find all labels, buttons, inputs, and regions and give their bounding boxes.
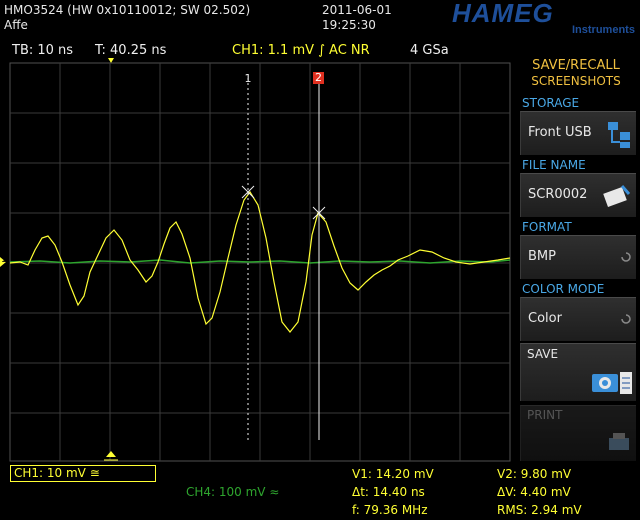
ch4-setting[interactable]: CH4: 100 mV ≈ xyxy=(186,485,279,499)
date: 2011-06-01 xyxy=(322,3,392,17)
cursor-2-label[interactable]: 2 xyxy=(313,72,324,84)
format-softkey[interactable]: BMP xyxy=(520,235,636,279)
menu-title-line2: SCREENSHOTS xyxy=(531,74,621,88)
rotary-knob-icon xyxy=(621,314,631,324)
brand-subtitle: Instruments xyxy=(572,24,635,36)
trigger-position-marker xyxy=(108,58,114,63)
measurement-v2: V2: 9.80 mV xyxy=(497,467,572,481)
printer-icon xyxy=(609,433,629,450)
instrument-model: HMO3524 (HW 0x10110012; SW 02.502) xyxy=(4,3,251,17)
storage-label: STORAGE xyxy=(522,96,580,110)
file-name-label: FILE NAME xyxy=(522,158,586,172)
rotary-knob-icon xyxy=(621,252,631,262)
menu-title-line1: SAVE/RECALL xyxy=(532,58,620,73)
print-softkey[interactable]: PRINT xyxy=(520,405,636,461)
color-mode-softkey[interactable]: Color xyxy=(520,297,636,341)
time: 19:25:30 xyxy=(322,18,376,32)
format-value: BMP xyxy=(528,249,556,264)
usb-folder-icon xyxy=(608,122,630,148)
ground-marker-label: 1 xyxy=(1,255,7,265)
measurement-delta-t: Δt: 14.40 ns xyxy=(352,485,425,499)
print-label: PRINT xyxy=(527,408,563,422)
storage-softkey[interactable]: Front USB xyxy=(520,111,636,155)
storage-value: Front USB xyxy=(528,125,592,140)
save-label: SAVE xyxy=(527,347,559,361)
brand-logo: HAMEG xyxy=(452,0,554,28)
color-mode-label: COLOR MODE xyxy=(522,282,605,296)
save-softkey[interactable]: SAVE xyxy=(520,343,636,401)
cursor-1-label[interactable]: 1 xyxy=(243,72,253,85)
format-label: FORMAT xyxy=(522,220,572,234)
measurement-delta-v: ΔV: 4.40 mV xyxy=(497,485,571,499)
measurement-v1: V1: 14.20 mV xyxy=(352,467,434,481)
waveform-display[interactable] xyxy=(0,56,520,464)
ch1-setting-box[interactable]: CH1: 10 mV ≅ xyxy=(10,465,156,482)
ch1-setting: CH1: 10 mV ≅ xyxy=(14,466,100,480)
file-name-softkey[interactable]: SCR0002 xyxy=(520,173,636,217)
edit-keyboard-icon xyxy=(603,185,631,207)
file-name-value: SCR0002 xyxy=(528,187,588,202)
instrument-name: Affe xyxy=(4,18,28,32)
camera-icon xyxy=(592,372,632,394)
measurement-frequency: f: 79.36 MHz xyxy=(352,503,428,517)
color-mode-value: Color xyxy=(528,311,562,326)
measurement-rms: RMS: 2.94 mV xyxy=(497,503,582,517)
